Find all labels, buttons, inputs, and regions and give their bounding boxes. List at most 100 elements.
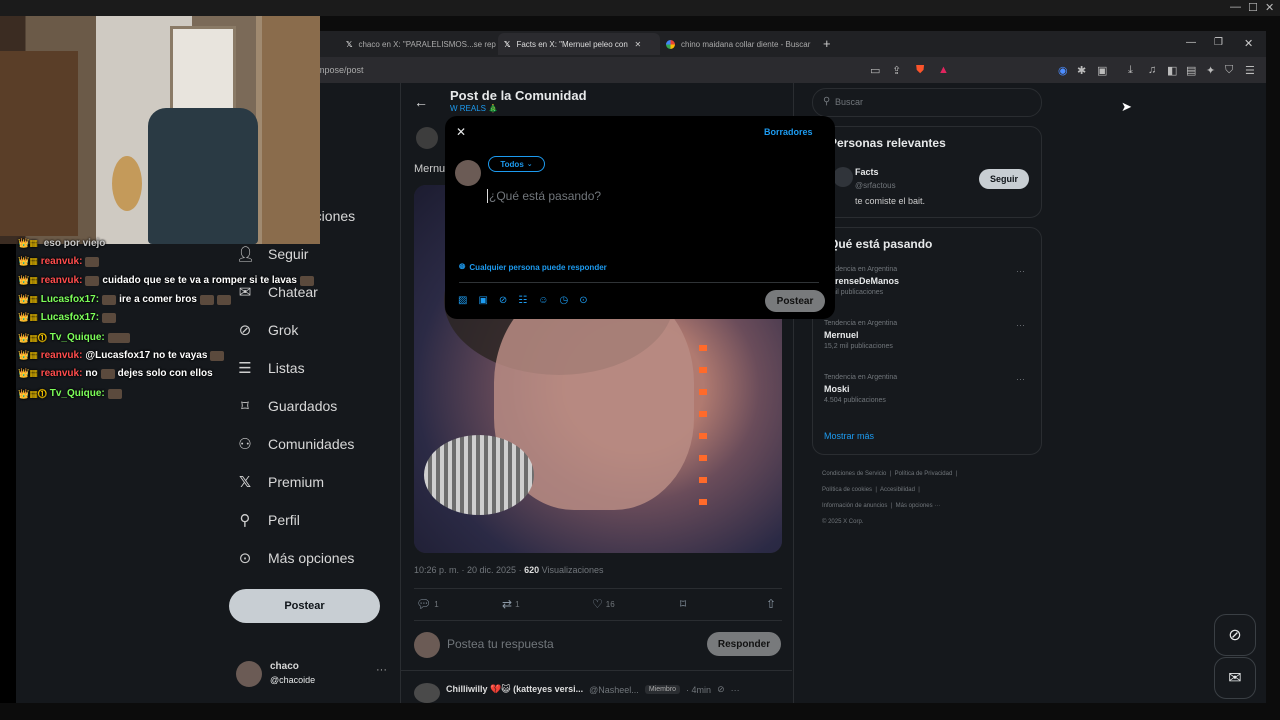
os-close-button[interactable]: ✕ [1265, 1, 1274, 14]
reply-button[interactable]: Responder [707, 632, 781, 656]
sidebar-toggle-icon[interactable]: ◧ [1167, 64, 1177, 77]
browser-tab-chaco[interactable]: 𝕏 chaco en X: "PARALELISMOS...se rep [340, 33, 498, 55]
sidebar-post-button[interactable]: Postear [229, 589, 380, 623]
poll-icon[interactable]: ☷ [518, 295, 527, 306]
compose-input[interactable]: ¿Qué está pasando? [487, 189, 601, 203]
footer-link[interactable]: Accesibilidad [880, 487, 915, 493]
sidebar-item-seguir[interactable]: 👤︎ Seguir [236, 245, 308, 263]
chat-user: reanvuk: [40, 350, 83, 361]
rewards-icon[interactable]: ▲ [938, 64, 949, 76]
brave-shield-icon[interactable]: ⛊ [916, 64, 924, 77]
image-icon[interactable]: ▨ [458, 295, 467, 306]
more-icon[interactable]: ··· [731, 685, 740, 695]
vpn-icon[interactable]: ⛉ [1225, 64, 1233, 77]
os-minimize-button[interactable]: — [1230, 1, 1241, 13]
footer-link[interactable]: Condiciones de Servicio [822, 471, 886, 477]
emoji-icon[interactable]: ☺ [538, 295, 548, 306]
location-icon[interactable]: ⊙ [579, 295, 587, 306]
audio-icon[interactable]: ◉ [1058, 64, 1068, 77]
trend-item[interactable]: Tendencia en Argentina ParenseDeManos 7 … [824, 266, 1034, 312]
browser-minimize-button[interactable]: — [1186, 37, 1196, 48]
audience-selector[interactable]: Todos ⌄ [488, 156, 545, 172]
reply-icon: 💬︎ [416, 597, 432, 611]
screen-icon[interactable]: ▭ [870, 64, 880, 77]
back-arrow-icon[interactable]: ← [414, 94, 428, 110]
reply-author-avatar[interactable] [414, 683, 440, 703]
show-more-link[interactable]: Mostrar más [824, 431, 874, 441]
wallet-icon[interactable]: ▤ [1186, 64, 1196, 77]
bookmark-icon[interactable]: ⌑ [680, 597, 686, 611]
sidebar-item-grok[interactable]: ⊘ Grok [236, 321, 299, 339]
browser-restore-button[interactable]: ❐ [1214, 37, 1223, 48]
sidebar-item-mas-opciones[interactable]: ⊙ Más opciones [236, 549, 355, 567]
trend-item[interactable]: Tendencia en Argentina Moski 4.504 publi… [824, 374, 1034, 420]
follow-button[interactable]: Seguir [979, 169, 1029, 189]
globe-icon: 🌐︎ [459, 262, 466, 271]
sidebar-item-comunidades[interactable]: ⚇ Comunidades [236, 435, 354, 453]
trend-more-icon[interactable]: ··· [1016, 266, 1025, 276]
badge-icons: 👑▦⓵ [18, 389, 47, 399]
trend-item[interactable]: Tendencia en Argentina Mernuel 15,2 mil … [824, 320, 1034, 366]
grok-icon[interactable]: ⊘ [717, 684, 725, 695]
tab-label: chino maidana collar diente - Buscar [681, 39, 811, 49]
repost-action[interactable]: ⇄ 1 [502, 597, 520, 611]
badge-icons: 👑▦ [18, 312, 38, 322]
copyright: © 2025 X Corp. [822, 519, 864, 525]
sidebar-item-listas[interactable]: ☰ Listas [236, 359, 304, 377]
emote-icon [210, 350, 225, 361]
account-more-icon[interactable]: ··· [376, 664, 387, 676]
url-field[interactable]: mpose/post [317, 65, 364, 75]
sidebar-item-premium[interactable]: 𝕏 Premium [236, 473, 324, 491]
community-name[interactable]: W REALS 🎄 [450, 104, 498, 113]
grok-fab-button[interactable]: ⊘ [1214, 614, 1256, 656]
search-box[interactable]: ⚲ Buscar [812, 88, 1042, 117]
account-switcher[interactable]: chaco @chacoide ··· [236, 660, 387, 690]
browser-tab-google[interactable]: chino maidana collar diente - Buscar [660, 33, 818, 55]
relevant-name[interactable]: Facts [855, 167, 879, 177]
sidebar-item-perfil[interactable]: ⚲ Perfil [236, 511, 300, 529]
new-tab-button[interactable]: + [823, 36, 831, 51]
music-icon[interactable]: ♫ [1148, 64, 1156, 76]
compose-post-button[interactable]: Postear [765, 290, 825, 312]
browser-close-button[interactable]: ✕ [1244, 37, 1253, 50]
share-icon[interactable]: ⇧ [766, 597, 776, 611]
share-icon[interactable]: ⇪ [892, 64, 901, 77]
avatar[interactable] [833, 167, 853, 187]
drafts-link[interactable]: Borradores [764, 127, 813, 137]
reply-count: 1 [434, 599, 439, 609]
x-logo-icon: 𝕏 [238, 474, 252, 491]
search-input[interactable]: Buscar [835, 97, 863, 107]
browser-tab-facts[interactable]: 𝕏 Facts en X: "Mernuel peleo cont ✕ [498, 33, 660, 55]
google-icon [666, 39, 675, 49]
extensions-icon[interactable]: ✱ [1077, 64, 1086, 77]
gif-icon[interactable]: ▣ [478, 295, 487, 306]
trend-more-icon[interactable]: ··· [1016, 374, 1025, 384]
reply-input[interactable]: Postea tu respuesta [447, 637, 554, 651]
schedule-icon[interactable]: ◷ [559, 295, 568, 306]
reply-action[interactable]: 💬︎ 1 [416, 597, 439, 611]
tab-close-icon[interactable]: ✕ [634, 40, 641, 49]
chat-message: 👑▦ reanvuk: @Lucasfox17 no te vayas [18, 350, 225, 361]
messages-fab-button[interactable]: ✉ [1214, 657, 1256, 699]
close-icon[interactable]: ✕ [456, 125, 466, 139]
chat-user: reanvuk: [40, 368, 83, 379]
badge-icons: 👑▦ [18, 238, 38, 248]
trends-title: Qué está pasando [829, 237, 933, 251]
os-maximize-button[interactable]: ☐ [1248, 1, 1258, 14]
footer-link[interactable]: Política de cookies [822, 487, 872, 493]
grok-icon[interactable]: ⊘ [499, 295, 507, 306]
menu-icon[interactable]: ☰ [1245, 64, 1255, 77]
footer-link[interactable]: Información de anuncios [822, 503, 887, 509]
badge-icons: 👑▦ [18, 350, 38, 360]
reply-setting[interactable]: 🌐︎ Cualquier persona puede responder [459, 262, 607, 272]
post-author-avatar[interactable] [416, 127, 438, 149]
trend-more-icon[interactable]: ··· [1016, 320, 1025, 330]
sidebar-item-guardados[interactable]: ⌑ Guardados [236, 397, 337, 415]
footer-link[interactable]: Más opciones ··· [896, 503, 941, 509]
download-icon[interactable]: ⤓ [1128, 64, 1133, 77]
leo-icon[interactable]: ✦ [1206, 64, 1215, 77]
tab-icon[interactable]: ▣ [1097, 64, 1107, 77]
reply-author-name[interactable]: Chilliwilly 💔😺 (katteyes versi... [446, 684, 583, 695]
footer-link[interactable]: Política de Privacidad [895, 471, 953, 477]
like-action[interactable]: ♡ 16 [592, 597, 615, 611]
